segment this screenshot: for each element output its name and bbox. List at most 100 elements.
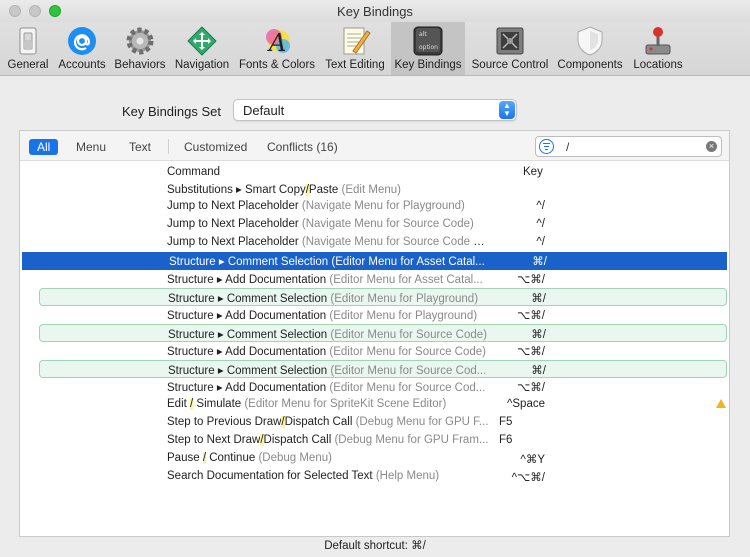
binding-row[interactable]: Structure ▸ Add Documentation (Editor Me… <box>20 306 729 324</box>
tab-components[interactable]: Components <box>555 22 625 75</box>
filter-bar: All Menu Text Customized Conflicts (16) … <box>20 131 729 161</box>
command-context: (Editor Menu for SpriteKit Scene Editor) <box>241 398 447 410</box>
binding-row[interactable]: Search Documentation for Selected Text (… <box>20 468 729 486</box>
warning-icon[interactable] <box>716 399 726 408</box>
command-text: Search Documentation for Selected Text <box>167 470 373 482</box>
binding-row[interactable]: Jump to Next Placeholder (Navigate Menu … <box>20 216 729 234</box>
command-text: Structure ▸ Add Documentation <box>167 274 327 286</box>
filter-text[interactable]: Text <box>129 139 151 155</box>
command-context: (Edit Menu) <box>338 184 401 196</box>
binding-key[interactable]: ⌥⌘/ <box>494 272 545 286</box>
tab-navigation[interactable]: Navigation <box>171 22 233 75</box>
command-text-tail: Continue <box>206 452 256 464</box>
chevron-up-down-icon: ▲ ▼ <box>499 101 515 119</box>
binding-command: Substitutions ▸ Smart Copy/Paste (Edit M… <box>167 182 489 196</box>
title-bar: Key Bindings <box>0 0 750 22</box>
command-text: Structure ▸ Comment Selection <box>168 293 328 305</box>
binding-key[interactable]: ⌥⌘/ <box>494 308 545 322</box>
command-text-tail: Dispatch Call <box>284 416 353 428</box>
binding-row[interactable]: Structure ▸ Add Documentation (Editor Me… <box>20 342 729 360</box>
command-text: Step to Next Draw <box>167 434 261 446</box>
command-text: Pause <box>167 452 203 464</box>
binding-key[interactable]: ⌘/ <box>496 254 547 268</box>
command-context: (Editor Menu for Playground) <box>326 310 478 322</box>
binding-key[interactable]: ⌘/ <box>495 363 546 377</box>
column-header-command[interactable]: Command <box>167 166 220 178</box>
command-context: (Editor Menu for Source Cod... <box>326 382 486 394</box>
filter-conflicts[interactable]: Conflicts (16) <box>267 139 338 155</box>
binding-row[interactable]: Step to Previous Draw/Dispatch Call (Deb… <box>20 414 729 432</box>
tab-behaviors[interactable]: Behaviors <box>112 22 168 75</box>
command-context: (Navigate Menu for Source Code) <box>298 218 474 230</box>
binding-row[interactable]: Jump to Next Placeholder (Navigate Menu … <box>20 234 729 252</box>
command-context: (Debug Menu for GPU Fram... <box>331 434 489 446</box>
binding-command: Jump to Next Placeholder (Navigate Menu … <box>167 200 489 212</box>
binding-row[interactable]: Step to Next Draw/Dispatch Call (Debug M… <box>20 432 729 450</box>
gear-icon <box>126 27 154 55</box>
binding-row[interactable]: Substitutions ▸ Smart Copy/Paste (Edit M… <box>20 180 729 198</box>
binding-key[interactable]: ⌥⌘/ <box>494 344 545 358</box>
default-shortcut-status: Default shortcut: ⌘/ <box>324 540 426 552</box>
tab-text-editing[interactable]: Text Editing <box>321 22 389 75</box>
command-text: Structure ▸ Add Documentation <box>167 310 327 322</box>
tab-general[interactable]: General <box>4 22 52 75</box>
search-input[interactable]: / <box>566 140 569 154</box>
binding-command: Structure ▸ Comment Selection (Editor Me… <box>168 327 490 341</box>
binding-command: Search Documentation for Selected Text (… <box>167 470 489 482</box>
command-text-tail: Paste <box>308 184 339 196</box>
binding-row[interactable]: Edit / Simulate (Editor Menu for SpriteK… <box>20 396 729 414</box>
binding-key[interactable]: ⌥⌘/ <box>494 380 545 394</box>
command-text-tail: Dispatch Call <box>263 434 332 446</box>
clear-search-icon[interactable]: × <box>706 141 717 152</box>
tab-source-control[interactable]: Source Control <box>468 22 552 75</box>
binding-key[interactable]: F6 <box>499 434 550 446</box>
binding-row[interactable]: Structure ▸ Comment Selection (Editor Me… <box>39 360 727 378</box>
preferences-toolbar: General Accounts Behaviors Navigation A <box>0 22 750 76</box>
command-text: Structure ▸ Comment Selection <box>168 329 328 341</box>
binding-key[interactable]: ⌘/ <box>495 327 546 341</box>
tab-locations[interactable]: Locations <box>628 22 688 75</box>
binding-key[interactable]: ^/ <box>494 236 545 248</box>
command-text: Structure ▸ Comment Selection <box>168 365 328 377</box>
binding-row[interactable]: Structure ▸ Comment Selection (Editor Me… <box>39 288 727 306</box>
svg-text:alt: alt <box>419 31 427 38</box>
binding-row[interactable]: Structure ▸ Comment Selection (Editor Me… <box>39 324 727 342</box>
tab-fonts-and-colors[interactable]: A Fonts & Colors <box>236 22 318 75</box>
binding-key[interactable]: F5 <box>499 416 550 428</box>
tab-accounts[interactable]: Accounts <box>54 22 110 75</box>
command-context: (Navigate Menu for Source Code C... <box>298 236 489 248</box>
filter-all[interactable]: All <box>29 139 59 155</box>
binding-row[interactable]: Pause / Continue (Debug Menu) ^⌘Y <box>20 450 729 468</box>
binding-key[interactable]: ⌘/ <box>495 291 546 305</box>
command-context: (Debug Menu) <box>255 452 332 464</box>
filter-customized[interactable]: Customized <box>184 139 247 155</box>
shield-icon <box>577 26 603 56</box>
binding-row[interactable]: Structure ▸ Add Documentation (Editor Me… <box>20 378 729 396</box>
command-context: (Editor Menu for Playground) <box>327 293 479 305</box>
filter-lines-icon[interactable] <box>539 139 554 154</box>
joystick-icon <box>645 27 671 55</box>
binding-row[interactable]: Jump to Next Placeholder (Navigate Menu … <box>20 198 729 216</box>
command-context: (Editor Menu for Source Code) <box>327 329 487 341</box>
binding-key[interactable]: ^/ <box>494 200 545 212</box>
filter-menu[interactable]: Menu <box>76 139 106 155</box>
column-header-key[interactable]: Key <box>523 166 543 178</box>
binding-row[interactable]: Structure ▸ Comment Selection (Editor Me… <box>22 252 727 270</box>
binding-command: Pause / Continue (Debug Menu) <box>167 452 489 464</box>
command-text: Jump to Next Placeholder <box>167 236 299 248</box>
binding-key[interactable]: ^⌘Y <box>494 452 545 466</box>
binding-row[interactable]: Structure ▸ Add Documentation (Editor Me… <box>20 270 729 288</box>
binding-key[interactable]: ^⌥⌘/ <box>494 470 545 484</box>
tab-key-bindings[interactable]: alt option Key Bindings <box>391 22 465 75</box>
binding-key[interactable]: ^Space <box>494 398 545 410</box>
key-bindings-set-popup[interactable]: Default ▲ ▼ <box>233 99 517 121</box>
command-text: Structure ▸ Add Documentation <box>167 346 327 358</box>
command-context: (Editor Menu for Asset Catal... <box>326 274 483 286</box>
binding-command: Structure ▸ Add Documentation (Editor Me… <box>167 380 489 394</box>
binding-command: Structure ▸ Comment Selection (Editor Me… <box>168 291 490 305</box>
binding-command: Structure ▸ Comment Selection (Editor Me… <box>168 363 490 377</box>
binding-key[interactable]: ^/ <box>494 218 545 230</box>
notepad-pencil-icon <box>343 27 371 55</box>
at-sign-icon <box>68 27 96 55</box>
search-field[interactable]: / × <box>535 136 722 157</box>
